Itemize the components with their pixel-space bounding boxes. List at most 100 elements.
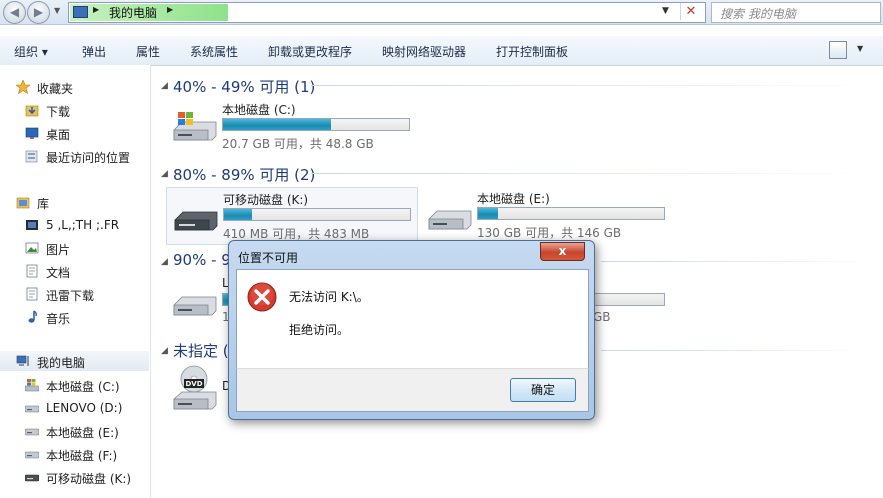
drive-space-text: GB (593, 310, 611, 324)
windows-drive-icon (25, 379, 39, 392)
sidebar-item-music[interactable]: 音乐 (0, 307, 149, 327)
ok-button[interactable]: 确定 (510, 378, 576, 402)
dialog-footer: 确定 (236, 368, 589, 412)
hard-drive-icon (25, 451, 39, 459)
sidebar-item-pictures[interactable]: 图片 (0, 238, 149, 258)
drive-usage-fill (223, 119, 331, 130)
map-network-drive-button[interactable]: 映射网络驱动器 (382, 43, 466, 60)
sidebar-item-drive-k[interactable]: 可移动磁盘 (K:) (0, 467, 149, 487)
back-button[interactable]: ◀ (3, 1, 26, 24)
eject-button[interactable]: 弹出 (82, 43, 106, 60)
sidebar-item-drive-d[interactable]: LENOVO (D:) (0, 398, 149, 418)
drive-space-text: 130 GB 可用，共 146 GB (477, 226, 622, 240)
hard-drive-icon (173, 296, 217, 316)
computer-icon (16, 355, 29, 366)
group-header[interactable]: 40% - 49% 可用 (1) (173, 76, 315, 97)
search-placeholder: 搜索 我的电脑 (720, 7, 796, 21)
forward-button[interactable]: ▶ (27, 1, 50, 24)
sidebar-item-documents[interactable]: 文档 (0, 261, 149, 281)
sidebar-label: LENOVO (D:) (46, 401, 123, 415)
view-options-icon[interactable] (829, 41, 847, 59)
dialog-close-button[interactable]: x (540, 242, 585, 261)
drive-tile-c[interactable]: 本地磁盘 (C:) 20.7 GB 可用，共 48.8 GB (166, 98, 416, 154)
uninstall-button[interactable]: 卸载或更改程序 (268, 43, 352, 60)
sidebar-item-drive-c[interactable]: 本地磁盘 (C:) (0, 375, 149, 395)
sidebar-label: 文档 (46, 266, 71, 280)
download-folder-icon (25, 105, 39, 117)
sidebar-label: 我的电脑 (37, 356, 86, 370)
breadcrumb-computer[interactable]: 我的电脑 (109, 4, 157, 21)
drive-tile-k[interactable]: 可移动磁盘 (K:) 410 MB 可用，共 483 MB (166, 187, 418, 245)
sidebar-item-downloads[interactable]: 下载 (0, 100, 149, 120)
hard-drive-icon (428, 210, 472, 230)
group-divider (311, 85, 871, 86)
drive-space-text: 20.7 GB 可用，共 48.8 GB (222, 137, 374, 151)
sidebar-label: 收藏夹 (37, 82, 74, 96)
group-header[interactable]: 未指定 ( (173, 340, 229, 361)
sidebar-item-thunder-downloads[interactable]: 迅雷下载 (0, 284, 149, 304)
group-header[interactable]: 80% - 89% 可用 (2) (173, 164, 315, 185)
group-divider (601, 261, 871, 262)
group-divider (311, 173, 871, 174)
organize-button[interactable]: 组织 ▾ (14, 43, 48, 60)
dialog-message: 无法访问 K:\。 (289, 290, 369, 304)
removable-drive-icon (25, 474, 39, 482)
recent-pages-dropdown[interactable]: ▼ (54, 6, 60, 15)
sidebar-item-desktop[interactable]: 桌面 (0, 123, 149, 143)
dialog-detail: 拒绝访问。 (289, 323, 350, 337)
address-dropdown-icon[interactable]: ▼ (662, 6, 669, 16)
sidebar-label: 本地磁盘 (C:) (46, 380, 120, 394)
error-icon (247, 282, 277, 312)
breadcrumb-arrow-icon[interactable]: ▶ (93, 5, 99, 14)
sidebar-item-drive-f[interactable]: 本地磁盘 (F:) (0, 444, 149, 464)
properties-button[interactable]: 属性 (136, 43, 160, 60)
search-input[interactable]: 搜索 我的电脑 (711, 2, 881, 23)
error-dialog: 位置不可用 x 无法访问 K:\。 拒绝访问。 确定 (228, 240, 595, 420)
collapse-arrow-icon[interactable]: ◢ (161, 346, 168, 356)
sidebar-label: 5 ,L,;TH ;.FR (46, 218, 120, 232)
address-field[interactable]: ▶ 我的电脑 ▶ ▼ ✕ (68, 2, 706, 23)
group-header[interactable]: 90% - 9 (173, 251, 231, 269)
pictures-icon (25, 242, 39, 254)
open-control-panel-button[interactable]: 打开控制面板 (496, 43, 568, 60)
recent-places-icon (25, 150, 38, 163)
sidebar-computer[interactable]: 我的电脑 (0, 351, 149, 371)
dialog-body: 无法访问 K:\。 拒绝访问。 (236, 269, 589, 369)
address-bar: ◀ ▶ ▼ ▶ 我的电脑 ▶ ▼ ✕ 搜索 我的电脑 (0, 0, 883, 25)
drive-usage-fill (478, 208, 499, 219)
drive-usage-bar (477, 207, 665, 220)
drive-usage-fill (224, 209, 252, 220)
sidebar-item-drive-e[interactable]: 本地磁盘 (E:) (0, 421, 149, 441)
removable-drive-icon (174, 211, 218, 231)
hard-drive-icon (25, 405, 39, 413)
sidebar-label: 音乐 (46, 312, 71, 326)
collapse-arrow-icon[interactable]: ◢ (161, 169, 168, 179)
sidebar-label: 桌面 (46, 128, 71, 142)
sidebar-label: 迅雷下载 (46, 289, 95, 303)
sidebar-label: 可移动磁盘 (K:) (46, 472, 132, 486)
windows-drive-icon (173, 112, 217, 141)
group-divider (601, 350, 871, 351)
sidebar-label: 本地磁盘 (F:) (46, 449, 118, 463)
library-icon (16, 197, 30, 209)
sidebar-label: 最近访问的位置 (46, 151, 131, 165)
stop-icon[interactable]: ✕ (680, 3, 701, 20)
breadcrumb-arrow-icon[interactable]: ▶ (167, 5, 173, 14)
view-dropdown-icon[interactable]: ▼ (857, 44, 863, 53)
sidebar-libraries[interactable]: 库 (0, 192, 149, 212)
music-note-icon (28, 310, 37, 323)
drive-tile-e[interactable]: 本地磁盘 (E:) 130 GB 可用，共 146 GB (421, 187, 671, 243)
sidebar-favorites[interactable]: 收藏夹 (0, 77, 149, 97)
system-properties-button[interactable]: 系统属性 (190, 43, 238, 60)
drive-name: 可移动磁盘 (K:) (223, 193, 309, 207)
collapse-arrow-icon[interactable]: ◢ (161, 257, 168, 267)
drive-name: 本地磁盘 (E:) (477, 192, 550, 206)
video-library-icon (26, 220, 38, 230)
computer-icon (73, 6, 88, 18)
collapse-arrow-icon[interactable]: ◢ (161, 81, 168, 91)
desktop-icon (25, 127, 39, 139)
sidebar-item-library-video[interactable]: 5 ,L,;TH ;.FR (0, 215, 149, 235)
sidebar-label: 图片 (46, 243, 71, 257)
sidebar-label: 本地磁盘 (E:) (46, 426, 119, 440)
sidebar-item-recent[interactable]: 最近访问的位置 (0, 146, 149, 166)
